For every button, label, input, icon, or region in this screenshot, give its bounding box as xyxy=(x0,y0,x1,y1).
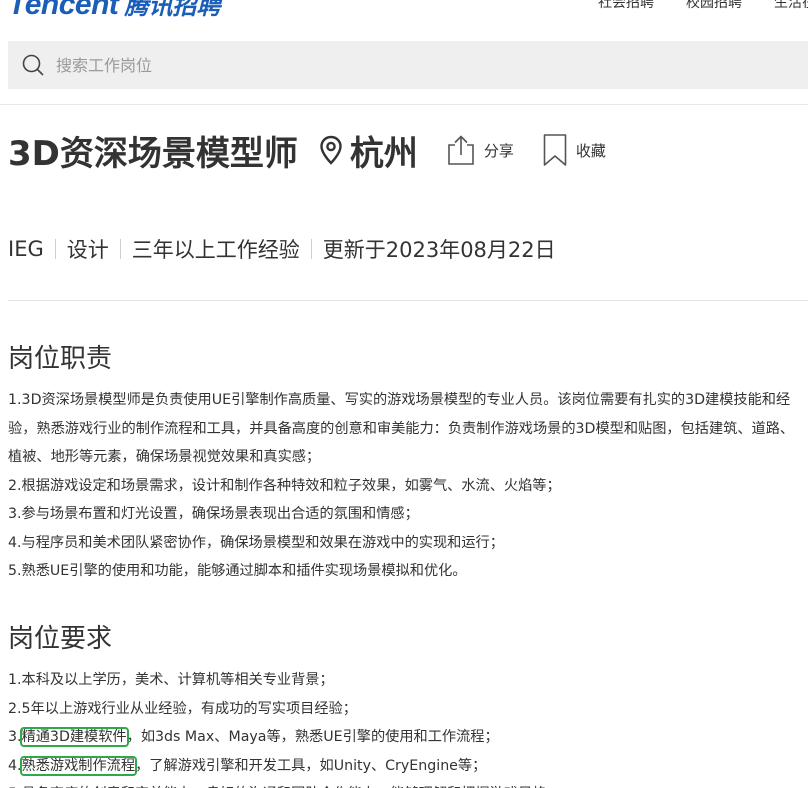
item-rest: ，如3ds Max、Maya等，熟悉UE引擎的使用和工作流程； xyxy=(126,729,499,745)
highlighted-phrase: 精通3D建模软件 xyxy=(19,727,129,747)
meta-category: 设计 xyxy=(66,238,109,262)
list-item: 5.熟悉UE引擎的使用和功能，能够通过脚本和插件实现场景模拟和优化。 xyxy=(8,563,467,579)
logo-en: Tencent xyxy=(8,0,119,20)
location-pin-icon xyxy=(320,135,342,165)
nav-campus-recruit[interactable]: 校园招聘 xyxy=(686,0,742,12)
favorite-label: 收藏 xyxy=(575,141,606,160)
requirements-title: 岗位要求 xyxy=(8,624,113,654)
logo-cn: 腾讯招聘 xyxy=(124,0,221,20)
nav-life-at-tencent[interactable]: 生活在腾讯 xyxy=(774,0,808,12)
item-prefix: 4. xyxy=(8,757,22,774)
header-divider xyxy=(0,104,808,105)
top-nav: 社会招聘 校园招聘 生活在腾讯 xyxy=(598,0,808,12)
share-label: 分享 xyxy=(483,141,514,160)
list-item: 4.熟悉游戏制作流程，了解游戏引擎和开发工具，如Unity、CryEngine等… xyxy=(8,752,808,781)
list-item: 2.5年以上游戏行业从业经验，有成功的写实项目经验； xyxy=(8,700,357,717)
tencent-logo[interactable]: Tencent 腾讯招聘 xyxy=(8,0,220,20)
job-meta: IEG 设计 三年以上工作经验 更新于2023年08月22日 xyxy=(8,234,556,264)
list-item: 1.3D资深场景模型师是负责使用UE引擎制作高质量、写实的游戏场景模型的专业人员… xyxy=(8,392,795,465)
meta-separator xyxy=(310,239,312,259)
top-header: Tencent 腾讯招聘 社会招聘 校园招聘 生活在腾讯 xyxy=(0,0,808,20)
share-icon xyxy=(448,135,474,165)
meta-bg: IEG xyxy=(8,237,44,261)
favorite-button[interactable]: 收藏 xyxy=(542,133,606,167)
bookmark-icon xyxy=(543,134,567,166)
nav-social-recruit[interactable]: 社会招聘 xyxy=(598,0,654,12)
requirements-list: 1.本科及以上学历，美术、计算机等相关专业背景； 2.5年以上游戏行业从业经验，… xyxy=(8,666,808,788)
list-item: 4.与程序员和美术团队紧密协作，确保场景模型和效果在游戏中的实现和运行； xyxy=(8,534,504,551)
job-city: 杭州 xyxy=(349,133,418,174)
meta-separator xyxy=(54,239,56,259)
list-item: 3.精通3D建模软件，如3ds Max、Maya等，熟悉UE引擎的使用和工作流程… xyxy=(8,723,808,752)
list-item: 2.根据游戏设定和场景需求，设计和制作各种特效和粒子效果，如雾气、水流、火焰等； xyxy=(8,477,561,494)
list-item: 3.参与场景布置和灯光设置，确保场景表现出合适的氛围和情感； xyxy=(8,506,419,522)
list-item: 5.具备高度的创意和审美能力，良好的沟通和团队合作能力，能够理解和把握游戏风格； xyxy=(8,780,808,788)
share-button[interactable]: 分享 xyxy=(446,134,514,166)
section-divider xyxy=(8,300,808,301)
list-item: 1.本科及以上学历，美术、计算机等相关专业背景； xyxy=(8,672,334,688)
search-bar[interactable] xyxy=(8,41,808,89)
search-icon[interactable] xyxy=(22,54,44,76)
responsibilities-list: 1.3D资深场景模型师是负责使用UE引擎制作高质量、写实的游戏场景模型的专业人员… xyxy=(8,386,808,586)
highlighted-phrase: 熟悉游戏制作流程 xyxy=(19,755,138,776)
meta-experience: 三年以上工作经验 xyxy=(131,238,300,262)
item-rest: ，了解游戏引擎和开发工具，如Unity、CryEngine等； xyxy=(135,757,487,774)
item-prefix: 3. xyxy=(8,729,22,745)
meta-updated: 更新于2023年08月22日 xyxy=(322,238,556,262)
search-input[interactable] xyxy=(56,55,656,75)
job-title-row: 3D资深场景模型师 杭州 分享 收藏 xyxy=(8,124,606,176)
job-title: 3D资深场景模型师 xyxy=(8,133,298,174)
meta-separator xyxy=(119,239,121,259)
responsibilities-title: 岗位职责 xyxy=(8,344,113,374)
